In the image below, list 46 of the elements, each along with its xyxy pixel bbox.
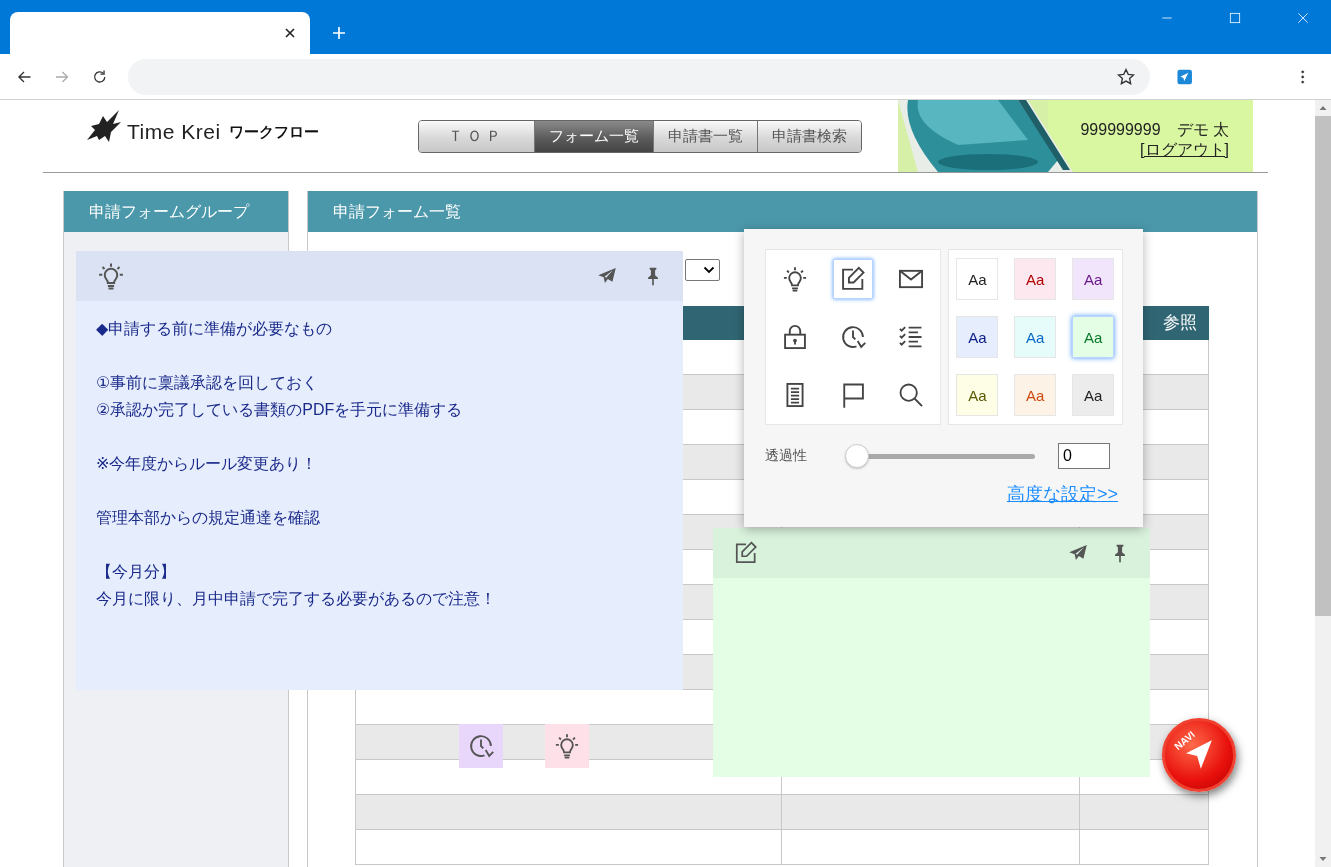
clock-icon <box>467 732 495 760</box>
logo-subtitle: ワークフロー <box>228 123 319 142</box>
color-option[interactable]: Aa <box>1014 374 1057 416</box>
nav-tab[interactable]: 申請書一覧 <box>653 121 757 152</box>
star-icon[interactable] <box>1116 66 1137 87</box>
opacity-field[interactable]: 0 <box>1058 443 1110 469</box>
nav-tab[interactable]: ＴＯＰ <box>419 121 534 152</box>
minimized-note[interactable] <box>545 724 589 768</box>
user-name: 999999999 デモ 太 <box>1080 120 1229 140</box>
maximize-icon[interactable] <box>1227 10 1243 26</box>
scrollbar-thumb[interactable] <box>1315 116 1331 616</box>
bulb-icon <box>553 732 581 760</box>
caret-icon <box>703 266 715 274</box>
color-option[interactable]: Aa <box>1072 258 1115 300</box>
color-option[interactable]: Aa <box>956 316 999 358</box>
opacity-slider[interactable] <box>845 444 1035 468</box>
close-icon[interactable] <box>1295 10 1311 26</box>
nav-tab[interactable]: フォーム一覧 <box>534 121 653 152</box>
nav-tab[interactable]: 申請書検索 <box>757 121 861 152</box>
note-text: ◆申請する前に準備が必要なもの <box>96 319 334 339</box>
scrollbar[interactable] <box>1315 100 1331 867</box>
color-option[interactable]: Aa <box>956 374 999 416</box>
pencil-icon[interactable] <box>733 540 759 566</box>
bulb-icon[interactable] <box>96 261 126 291</box>
minimized-note[interactable] <box>459 724 503 768</box>
opacity-label: 透過性 <box>765 447 808 465</box>
slider-thumb[interactable] <box>845 443 869 468</box>
icon-option[interactable] <box>832 259 873 299</box>
column-header: 参照 <box>1163 312 1197 334</box>
color-option[interactable]: Aa <box>1072 374 1115 416</box>
color-option[interactable]: Aa <box>1014 258 1057 300</box>
logo-text: Time Krei <box>127 120 221 144</box>
note-text: 管理本部からの規定通達を確認 <box>96 508 321 528</box>
note-text: 【今月分】 今月に限り、月中申請で完了する必要があるので注意！ <box>96 562 497 609</box>
note-text: ※今年度からルール変更あり！ <box>96 454 319 474</box>
panel-title: 申請フォーム一覧 <box>308 191 1257 232</box>
logout-link[interactable]: [ログアウト] <box>1140 140 1229 160</box>
dropdown[interactable] <box>685 259 720 281</box>
color-option[interactable]: Aa <box>1014 316 1057 358</box>
new-tab-icon[interactable] <box>330 24 348 42</box>
note-text: ①事前に稟議承認を回しておく ②承認か完了している書類のPDFを手元に準備する <box>96 373 464 420</box>
color-option[interactable]: Aa <box>1072 316 1115 358</box>
advanced-settings-link[interactable]: 高度な設定>> <box>1006 482 1118 506</box>
panel-title: 申請フォームグループ <box>64 191 288 232</box>
color-option[interactable]: Aa <box>956 258 999 300</box>
sticky-note[interactable]: ◆申請する前に準備が必要なもの ①事前に稟議承認を回しておく ②承認か完了している書類のPDFを手元に準備する ※今年度からルール変更あり！ 管理本部からの規定通達を確認 【今月分】 今月に限り、月中申請で完了する必要があるので注意！ <box>76 251 683 690</box>
